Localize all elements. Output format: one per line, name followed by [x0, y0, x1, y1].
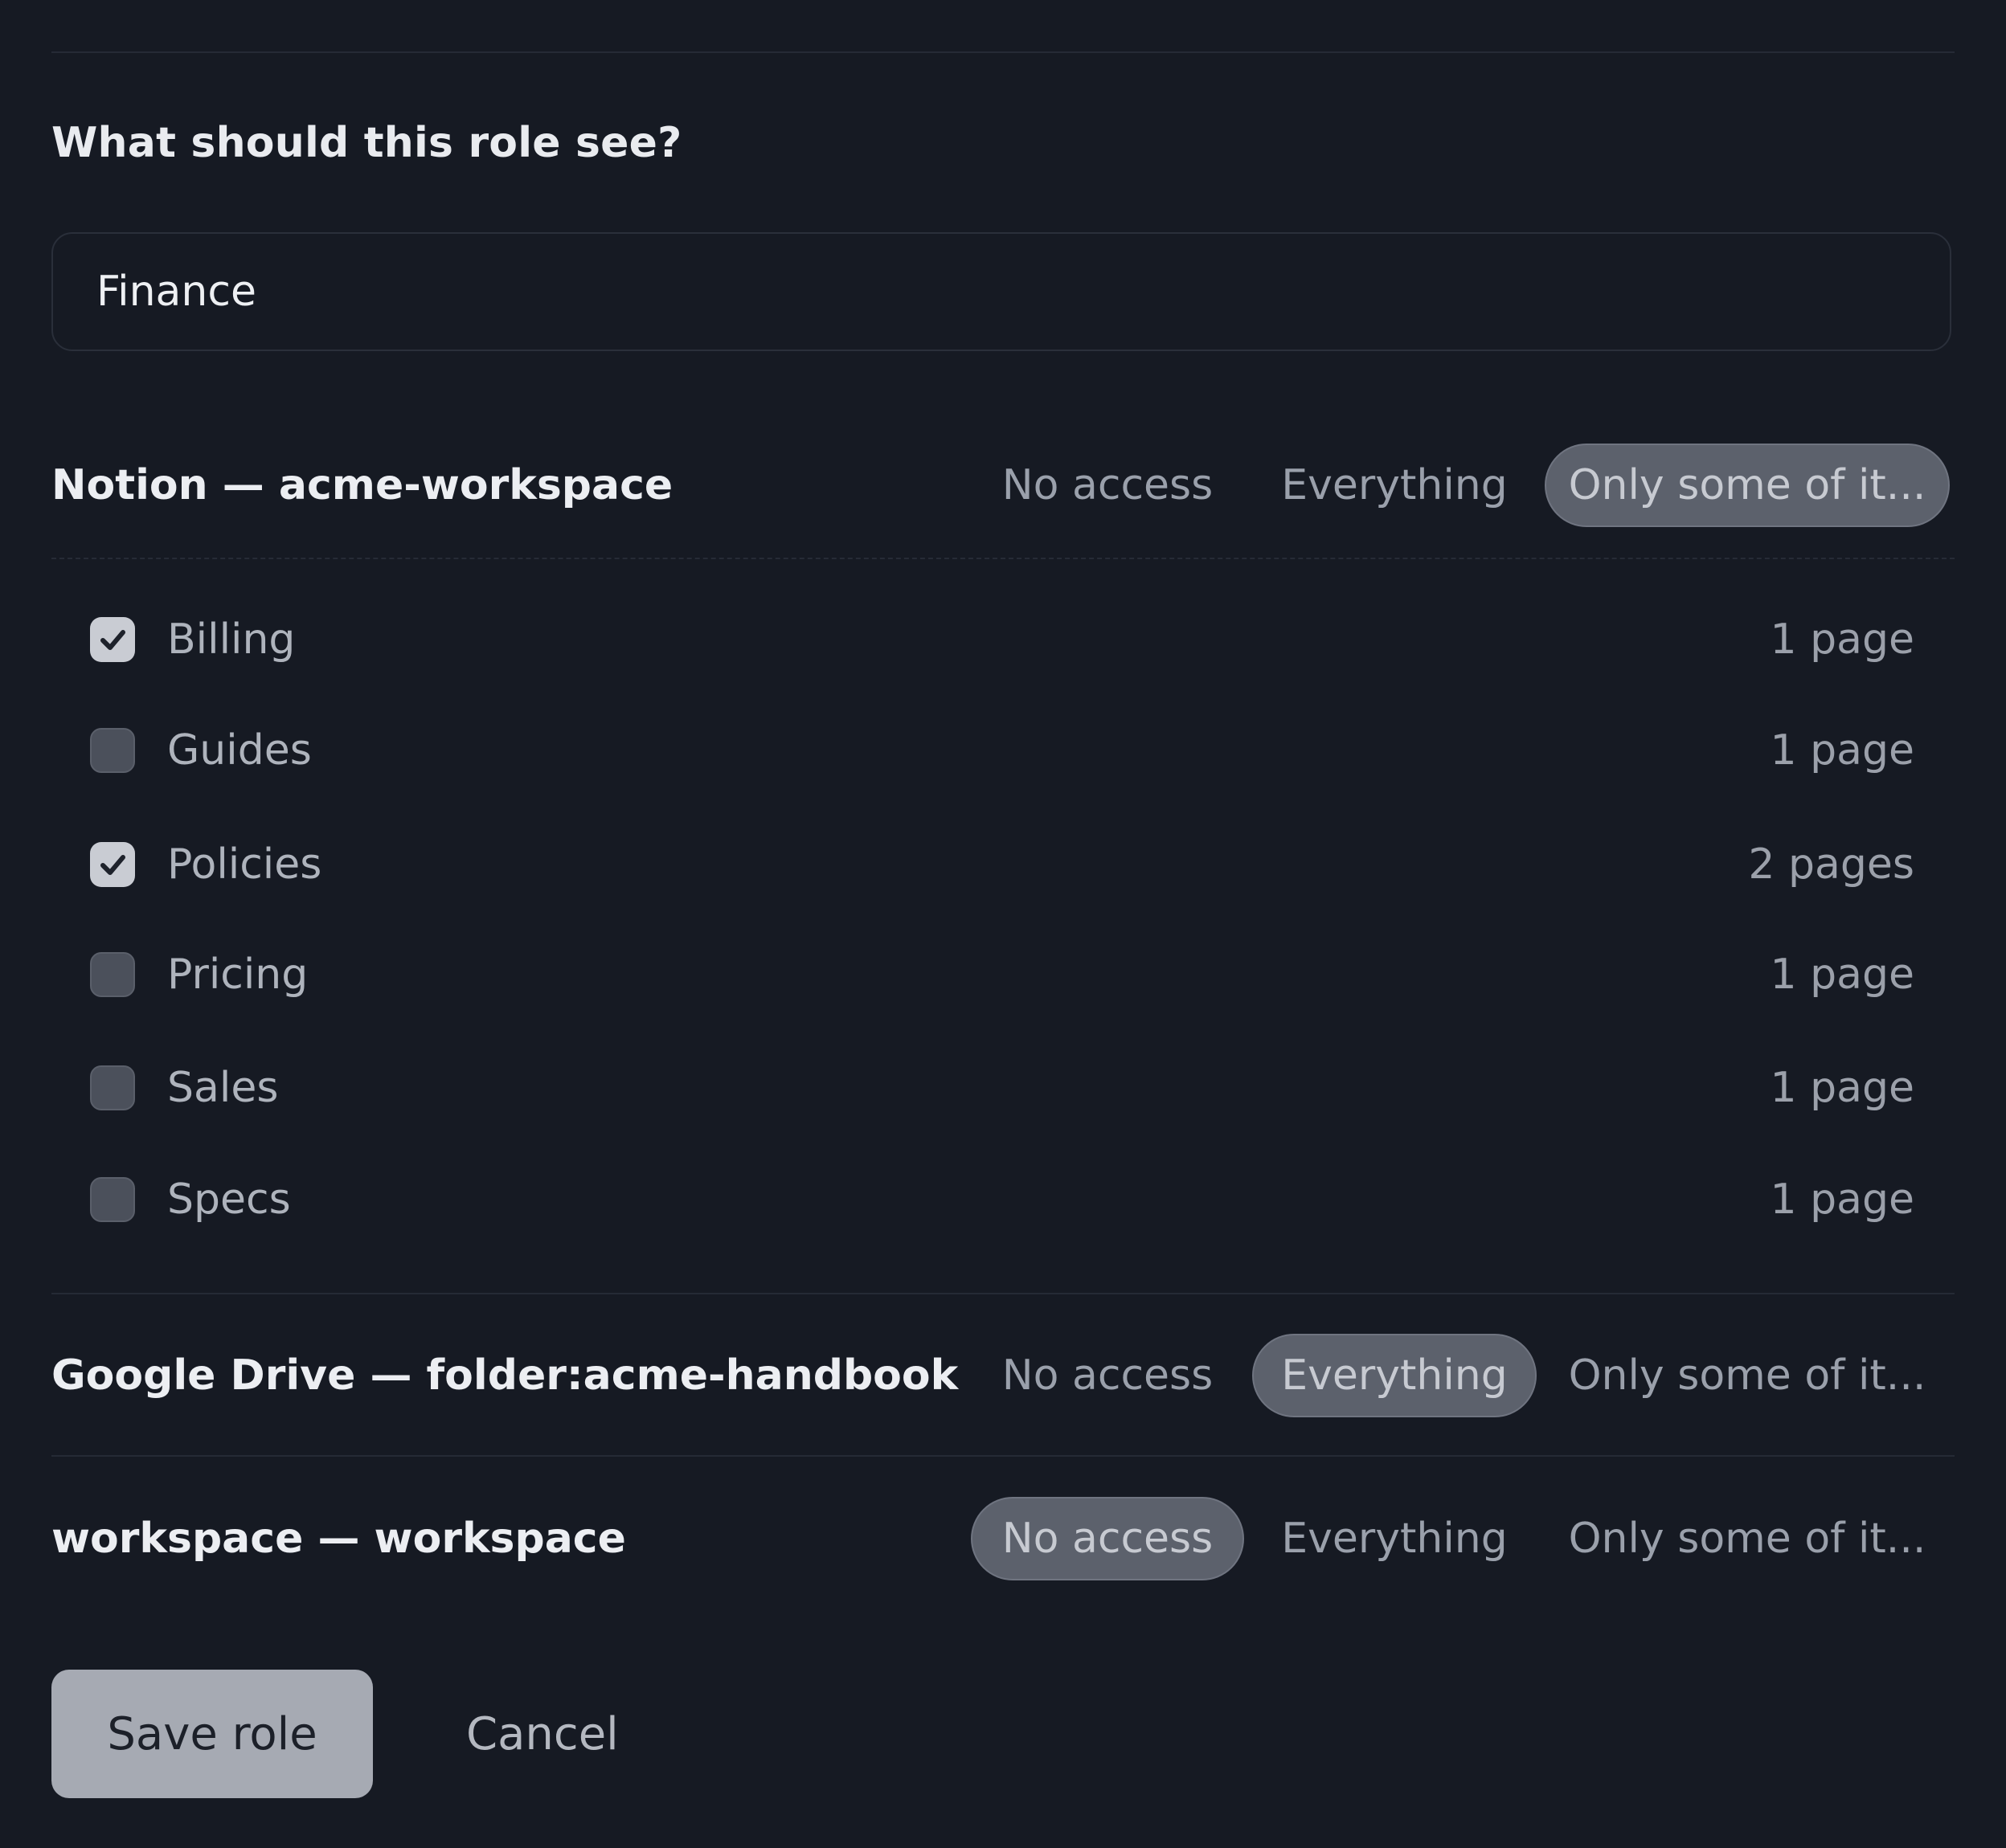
item-page-count: 1 page	[1770, 1175, 1915, 1224]
everything-option[interactable]: Everything	[1252, 1497, 1537, 1580]
item-label: Policies	[167, 840, 322, 889]
notion-item-policies[interactable]: Policies 2 pages	[51, 828, 1955, 901]
notion-item-sales[interactable]: Sales 1 page	[51, 1052, 1955, 1124]
item-label: Guides	[167, 726, 312, 775]
only-some-option[interactable]: Only some of it...	[1545, 444, 1950, 527]
everything-option[interactable]: Everything	[1252, 1334, 1537, 1417]
check-icon	[100, 855, 125, 875]
sales-checkbox[interactable]	[90, 1065, 135, 1110]
role-question-heading: What should this role see?	[51, 119, 682, 167]
item-label: Billing	[167, 615, 296, 664]
item-label: Sales	[167, 1064, 279, 1112]
item-page-count: 1 page	[1770, 615, 1915, 664]
check-icon	[100, 630, 125, 650]
section-divider	[51, 1455, 1955, 1457]
source-title: workspace — workspace	[51, 1515, 626, 1563]
item-label: Specs	[167, 1175, 291, 1224]
notion-items-divider	[51, 558, 1955, 559]
guides-checkbox[interactable]	[90, 728, 135, 773]
only-some-option[interactable]: Only some of it...	[1545, 1497, 1950, 1580]
policies-checkbox[interactable]	[90, 842, 135, 887]
top-divider	[51, 51, 1955, 53]
item-page-count: 1 page	[1770, 951, 1915, 999]
no-access-option[interactable]: No access	[971, 444, 1244, 527]
notion-item-specs[interactable]: Specs 1 page	[51, 1163, 1955, 1236]
source-row-workspace: workspace — workspace No access Everythi…	[51, 1497, 1955, 1580]
save-role-button[interactable]: Save role	[51, 1670, 373, 1798]
source-row-notion: Notion — acme-workspace No access Everyt…	[51, 444, 1955, 527]
source-title: Notion — acme-workspace	[51, 461, 673, 509]
item-page-count: 1 page	[1770, 726, 1915, 775]
specs-checkbox[interactable]	[90, 1177, 135, 1222]
no-access-option[interactable]: No access	[971, 1334, 1244, 1417]
source-row-google-drive: Google Drive — folder:acme-handbook No a…	[51, 1334, 1955, 1417]
no-access-option[interactable]: No access	[971, 1497, 1244, 1580]
item-page-count: 1 page	[1770, 1064, 1915, 1112]
cancel-button[interactable]: Cancel	[466, 1670, 619, 1798]
everything-option[interactable]: Everything	[1252, 444, 1537, 527]
billing-checkbox[interactable]	[90, 617, 135, 662]
notion-item-guides[interactable]: Guides 1 page	[51, 714, 1955, 787]
section-divider	[51, 1293, 1955, 1294]
only-some-option[interactable]: Only some of it...	[1545, 1334, 1950, 1417]
source-title: Google Drive — folder:acme-handbook	[51, 1351, 959, 1400]
item-label: Pricing	[167, 951, 309, 999]
notion-item-billing[interactable]: Billing 1 page	[51, 603, 1955, 676]
role-name-input[interactable]	[51, 232, 1951, 351]
pricing-checkbox[interactable]	[90, 952, 135, 997]
item-page-count: 2 pages	[1748, 840, 1914, 889]
notion-item-pricing[interactable]: Pricing 1 page	[51, 938, 1955, 1011]
